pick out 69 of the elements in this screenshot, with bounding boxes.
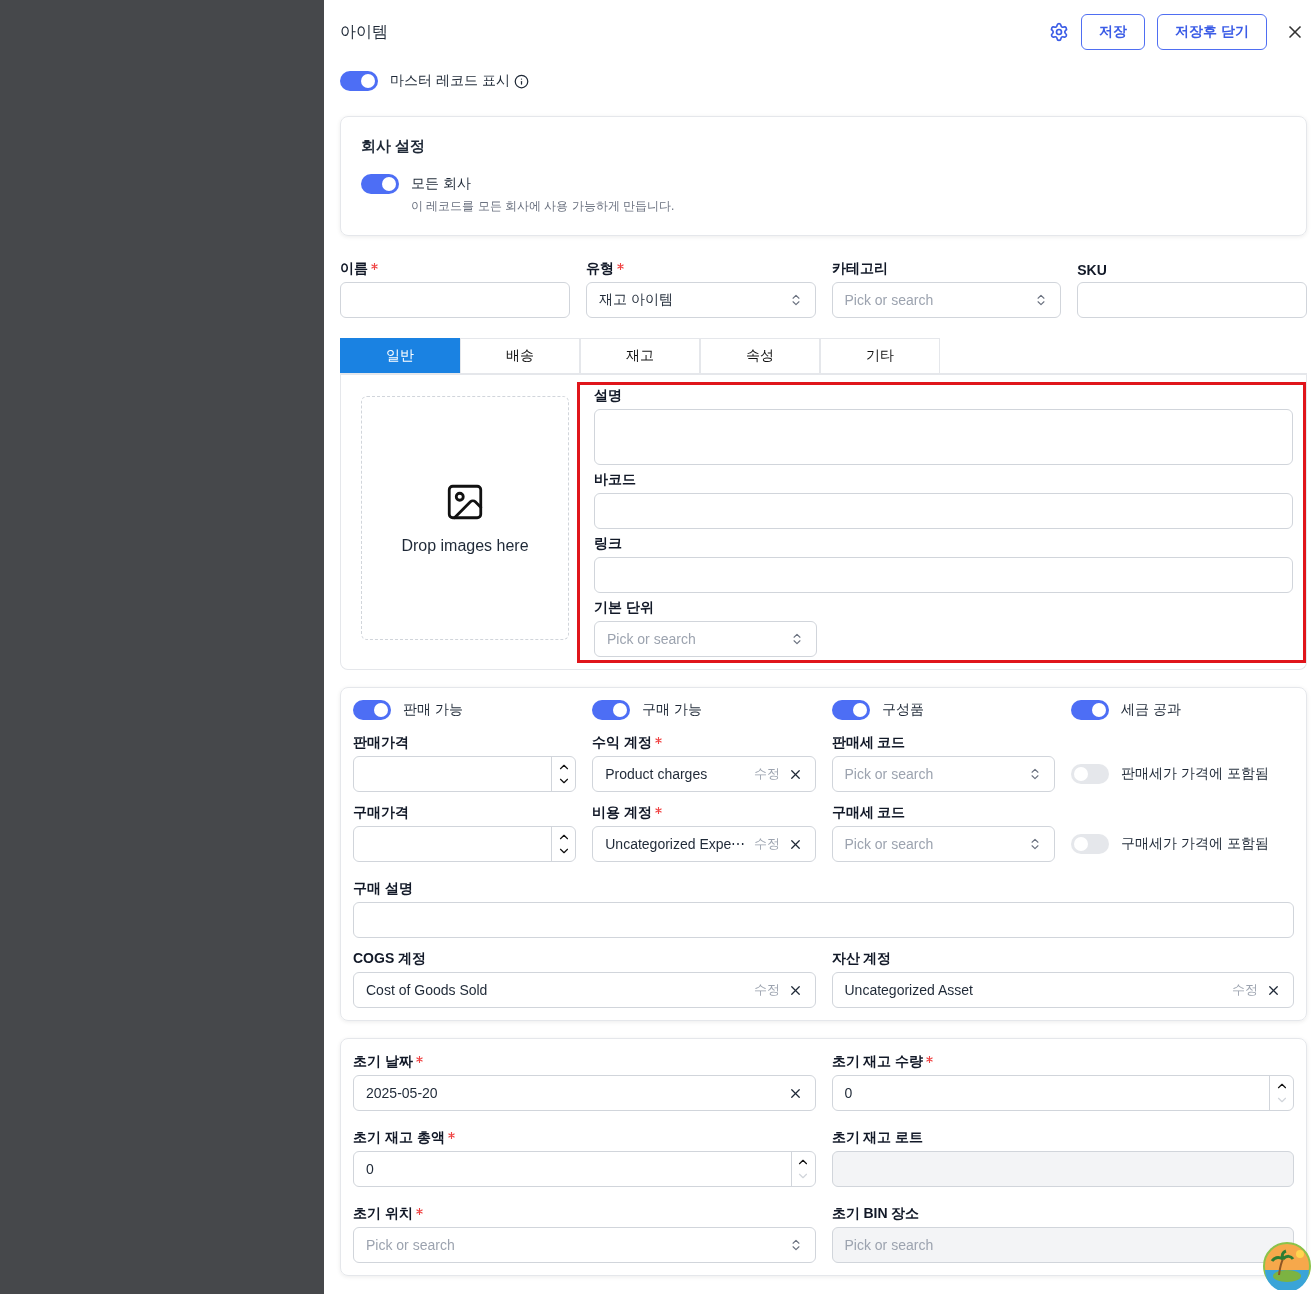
field-label: 유형: [585, 260, 614, 278]
info-icon[interactable]: [513, 73, 529, 89]
field-label: 비용 계정: [592, 804, 653, 822]
toggle-label: 구매 가능: [642, 701, 703, 719]
field-label: COGS 계정: [353, 950, 427, 968]
toggle-switch[interactable]: [831, 700, 870, 720]
text-field[interactable]: [594, 493, 1293, 529]
field-label: 판매세 코드: [831, 734, 906, 752]
field-label: 카테고리: [831, 260, 888, 278]
text-field[interactable]: [353, 902, 1294, 938]
account-field[interactable]: Product charges 수정: [592, 756, 816, 792]
field-label: 구매세 코드: [831, 804, 906, 822]
account-field[interactable]: Uncategorized Asset 수정: [831, 972, 1294, 1008]
field-label: SKU: [1077, 262, 1107, 278]
field-label: 초기 날짜: [353, 1053, 413, 1071]
tab[interactable]: 재고: [580, 338, 700, 373]
field-label: 기본 단위: [594, 599, 654, 617]
field-label: 초기 재고 로트: [831, 1129, 924, 1147]
toggle-label: 마스터 레코드 표시: [390, 72, 510, 90]
field-label: 구매가격: [353, 804, 409, 822]
settings-icon[interactable]: [1049, 22, 1070, 42]
card-title: 회사 설정: [361, 137, 427, 156]
field-label: 초기 재고 수량: [831, 1053, 924, 1071]
field-label: 링크: [594, 535, 622, 553]
account-field[interactable]: Uncategorized Expe⋯ 수정: [592, 826, 816, 862]
text-field[interactable]: [1077, 282, 1307, 318]
toggle-label: 모든 회사: [411, 175, 471, 193]
save-button[interactable]: 저장후 닫기: [1157, 14, 1267, 50]
number-field[interactable]: [353, 756, 577, 792]
field-label: 초기 위치: [353, 1205, 413, 1223]
select-field[interactable]: 재고 아이템: [585, 282, 816, 318]
toggle-label: 판매세가 가격에 포함됨: [1120, 765, 1269, 783]
date-field[interactable]: 2025-05-20: [353, 1075, 816, 1111]
toggle-label: 세금 공과: [1120, 701, 1181, 719]
tab[interactable]: 배송: [460, 338, 580, 373]
field-label: 수익 계정: [592, 734, 653, 752]
toggle-switch[interactable]: [340, 71, 378, 91]
number-field[interactable]: 0: [831, 1075, 1294, 1111]
toggle-switch[interactable]: [361, 174, 399, 194]
save-button[interactable]: 저장: [1081, 14, 1146, 50]
account-field[interactable]: Cost of Goods Sold 수정: [353, 972, 816, 1008]
image-dropzone[interactable]: Drop images here: [361, 396, 569, 640]
tab[interactable]: 기타: [820, 338, 940, 373]
tab[interactable]: 일반: [340, 338, 460, 373]
field-label: 구매 설명: [353, 880, 413, 898]
dropzone-text: Drop images here: [401, 537, 529, 555]
number-field[interactable]: 0: [353, 1151, 816, 1187]
toggle-label: 구성품: [881, 701, 924, 719]
toggle-label: 구매세가 가격에 포함됨: [1120, 835, 1269, 853]
toggle-switch[interactable]: [353, 700, 391, 720]
toggle-switch[interactable]: [1070, 834, 1109, 854]
field-label: 판매가격: [353, 734, 409, 752]
toggle-label: 판매 가능: [403, 701, 463, 719]
text-field[interactable]: [594, 557, 1293, 593]
field-label: 초기 재고 총액: [353, 1129, 445, 1147]
tab[interactable]: 속성: [700, 338, 820, 373]
panel-title: 아이템: [340, 21, 389, 42]
toggle-switch[interactable]: [1070, 764, 1109, 784]
field-label: 초기 BIN 장소: [831, 1205, 920, 1223]
toggle-switch[interactable]: [592, 700, 631, 720]
field-label: 자산 계정: [831, 950, 892, 968]
beach-floating-badge[interactable]: [1263, 1242, 1311, 1290]
field-label: 설명: [594, 387, 622, 405]
text-field[interactable]: [340, 282, 570, 318]
toggle-switch[interactable]: [1070, 700, 1109, 720]
field-label: 바코드: [594, 471, 636, 489]
field-label: 이름: [340, 260, 368, 278]
hint-text: 이 레코드를 모든 회사에 사용 가능하게 만듭니다.: [411, 198, 676, 215]
number-field[interactable]: [353, 826, 577, 862]
